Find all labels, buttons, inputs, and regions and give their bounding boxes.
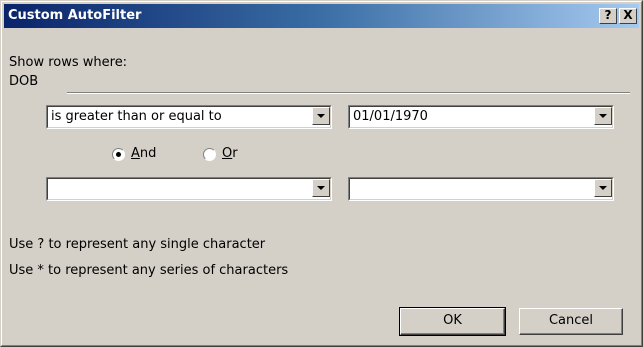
hint-series-characters: Use * to represent any series of charact…	[9, 263, 289, 278]
help-icon: ?	[604, 8, 612, 22]
and-radio[interactable]: And	[112, 146, 182, 163]
show-rows-label: Show rows where:	[9, 55, 128, 70]
close-icon: X	[623, 8, 633, 22]
cancel-button-label: Cancel	[548, 313, 594, 328]
and-radio-circle	[112, 148, 125, 161]
close-button[interactable]: X	[619, 8, 637, 24]
chevron-down-icon	[599, 186, 607, 190]
hint-single-character: Use ? to represent any single character	[9, 237, 266, 252]
chevron-down-icon	[599, 114, 607, 118]
group-divider	[67, 92, 630, 94]
criteria1-operator-dropdown[interactable]: is greater than or equal to	[46, 105, 332, 129]
and-radio-label: And	[131, 146, 157, 161]
cancel-button[interactable]: Cancel	[519, 308, 623, 335]
title-bar[interactable]: Custom AutoFilter ? X	[4, 4, 639, 28]
ok-button-label: OK	[443, 313, 462, 328]
criteria2-operator-dropdown[interactable]	[46, 177, 332, 201]
criteria2-operator-dropdown-button[interactable]	[312, 179, 330, 197]
dialog-frame	[1, 1, 642, 346]
radio-selected-dot	[116, 152, 121, 157]
or-radio-circle	[203, 148, 216, 161]
criteria1-operator-dropdown-button[interactable]	[312, 107, 330, 125]
ok-button[interactable]: OK	[399, 307, 506, 336]
help-button[interactable]: ?	[599, 8, 617, 24]
field-name-label: DOB	[9, 74, 39, 89]
criteria2-value-dropdown-button[interactable]	[594, 179, 612, 197]
or-radio[interactable]: Or	[203, 146, 263, 163]
chevron-down-icon	[317, 186, 325, 190]
criteria1-operator-value: is greater than or equal to	[51, 109, 222, 124]
criteria2-value-combobox[interactable]	[348, 177, 614, 201]
dialog-title: Custom AutoFilter	[8, 8, 142, 23]
criteria1-value-combobox[interactable]: 01/01/1970	[348, 105, 614, 129]
criteria1-value-dropdown-button[interactable]	[594, 107, 612, 125]
criteria1-value-text: 01/01/1970	[353, 109, 428, 124]
custom-autofilter-dialog: Custom AutoFilter ? X Show rows where: D…	[0, 0, 643, 347]
or-radio-label: Or	[222, 146, 238, 161]
chevron-down-icon	[317, 114, 325, 118]
